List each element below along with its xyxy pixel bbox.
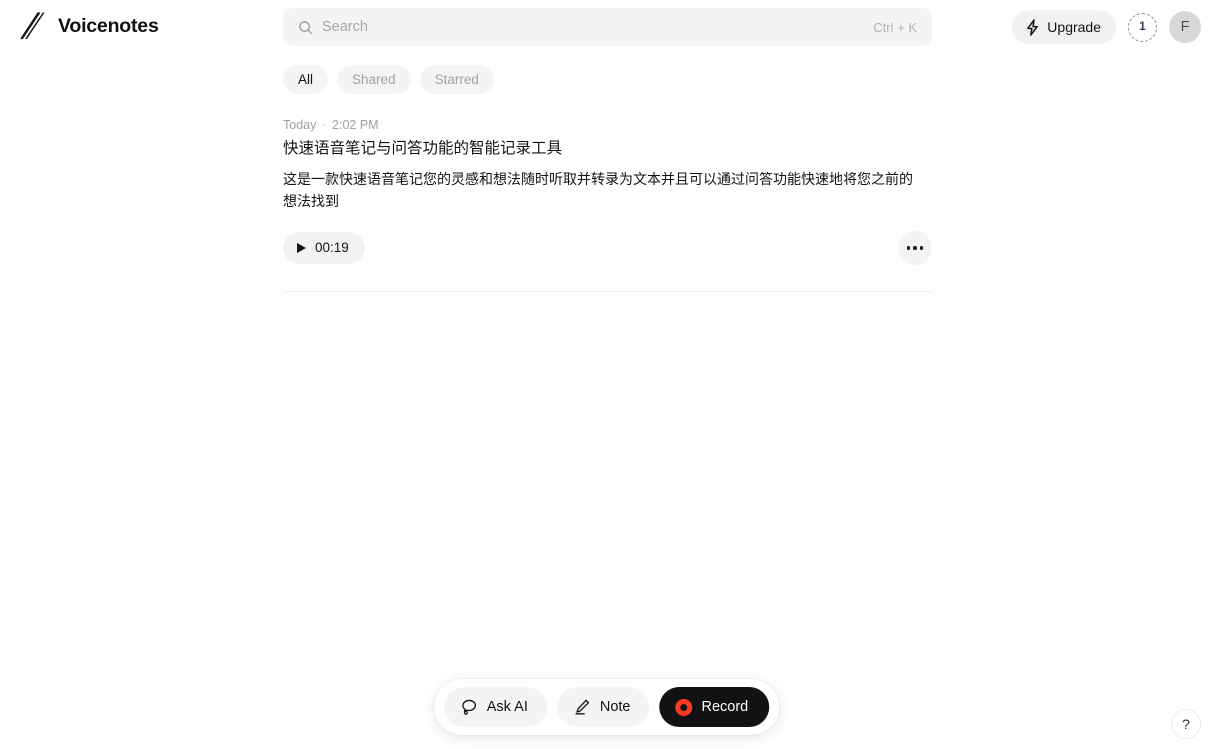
record-button-label: Record: [701, 699, 749, 715]
search-icon: [299, 20, 313, 34]
play-icon: [297, 242, 306, 253]
ask-ai-button[interactable]: Ask AI: [443, 687, 547, 727]
filter-tab-starred[interactable]: Starred: [419, 65, 494, 94]
note-more-options-button[interactable]: [898, 230, 932, 265]
filter-tab-starred-label: Starred: [434, 72, 479, 87]
brand[interactable]: Voicenotes: [18, 12, 159, 40]
credits-count: 1: [1139, 21, 1146, 33]
avatar[interactable]: F: [1169, 11, 1201, 43]
chat-bubble-icon: [461, 699, 476, 715]
note-footer: 00:19: [283, 230, 932, 265]
search-bar[interactable]: Ctrl + K: [283, 8, 932, 46]
note-duration: 00:19: [315, 240, 349, 256]
play-button[interactable]: 00:19: [283, 231, 365, 264]
pencil-icon: [575, 699, 589, 715]
top-right-actions: Upgrade 1 F: [1012, 10, 1201, 44]
upgrade-button[interactable]: Upgrade: [1012, 10, 1116, 44]
upgrade-button-label: Upgrade: [1047, 19, 1101, 35]
voicenotes-logo-icon: [20, 12, 45, 40]
record-button[interactable]: Record: [659, 687, 770, 727]
help-icon: ?: [1182, 716, 1190, 732]
filter-tab-all-label: All: [298, 72, 314, 87]
filter-tab-shared-label: Shared: [352, 72, 396, 87]
credits-badge[interactable]: 1: [1128, 12, 1157, 42]
note-divider: [283, 290, 932, 292]
ellipsis-icon: [906, 246, 911, 250]
lightning-bolt-icon: [1027, 18, 1039, 36]
bottom-dock: Ask AI Note Record: [433, 679, 780, 735]
brand-name: Voicenotes: [58, 14, 159, 37]
ask-ai-button-label: Ask AI: [486, 699, 528, 715]
avatar-initial: F: [1180, 19, 1190, 35]
note-day: Today: [283, 118, 317, 132]
note-button-label: Note: [599, 699, 631, 715]
search-shortcut-hint: Ctrl + K: [873, 19, 917, 35]
note-meta-separator: ·: [322, 118, 327, 131]
help-button[interactable]: ?: [1171, 709, 1201, 739]
record-dot-icon: [675, 698, 693, 716]
search-input[interactable]: [322, 8, 864, 46]
filter-tab-shared[interactable]: Shared: [337, 65, 411, 94]
top-bar: Voicenotes Ctrl + K Upgrade 1 F: [0, 0, 1213, 54]
note-list-item[interactable]: Today · 2:02 PM 快速语音笔记与问答功能的智能记录工具 这是一款快…: [283, 118, 932, 291]
ellipsis-icon: [913, 246, 917, 250]
filter-tabs: All Shared Starred: [283, 65, 494, 94]
note-button[interactable]: Note: [556, 687, 650, 727]
note-list: Today · 2:02 PM 快速语音笔记与问答功能的智能记录工具 这是一款快…: [283, 118, 932, 292]
note-timestamp: Today · 2:02 PM: [283, 118, 932, 132]
note-body-text[interactable]: 这是一款快速语音笔记您的灵感和想法随时听取并转录为文本并且可以通过问答功能快速地…: [283, 169, 917, 212]
ellipsis-icon: [919, 246, 924, 250]
note-time: 2:02 PM: [332, 118, 379, 132]
filter-tab-all[interactable]: All: [283, 65, 329, 94]
note-title[interactable]: 快速语音笔记与问答功能的智能记录工具: [283, 138, 932, 160]
